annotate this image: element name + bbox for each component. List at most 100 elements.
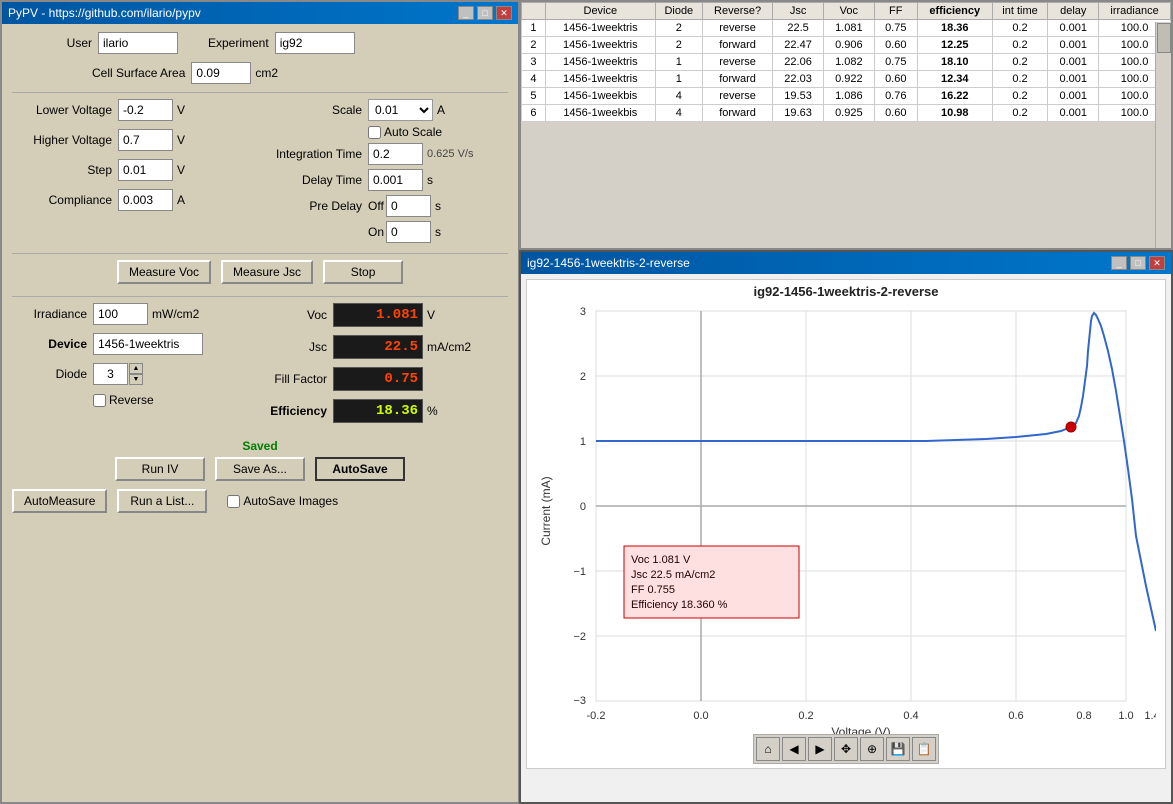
table-row[interactable]: 61456-1weekbis4forward19.630.9250.6010.9…	[522, 105, 1171, 122]
table-cell: 0.2	[992, 105, 1048, 122]
graph-back-button[interactable]: ◀	[782, 737, 806, 761]
step-unit: V	[177, 163, 185, 177]
col-efficiency: efficiency	[917, 3, 992, 20]
table-scrollbar-thumb[interactable]	[1157, 23, 1171, 53]
table-cell: 18.36	[917, 20, 992, 37]
table-cell: 0.76	[874, 88, 917, 105]
jsc-output-label: Jsc	[262, 340, 327, 354]
voc-output-unit: V	[427, 308, 435, 322]
graph-export-button[interactable]: 📋	[912, 737, 936, 761]
results-table-panel: Device Diode Reverse? Jsc Voc FF efficie…	[519, 0, 1173, 250]
graph-pan-button[interactable]: ✥	[834, 737, 858, 761]
table-row[interactable]: 41456-1weektris1forward22.030.9220.6012.…	[522, 71, 1171, 88]
table-cell: 12.25	[917, 37, 992, 54]
stop-button[interactable]: Stop	[323, 260, 403, 284]
automeasure-button[interactable]: AutoMeasure	[12, 489, 107, 513]
lower-voltage-label: Lower Voltage	[12, 103, 112, 117]
table-cell: 1456-1weekbis	[545, 88, 655, 105]
pre-delay-on-input[interactable]	[386, 221, 431, 243]
jsc-output: 22.5	[333, 335, 423, 359]
user-label: User	[12, 36, 92, 50]
graph-title-buttons: _ □ ✕	[1111, 256, 1165, 270]
table-cell: 22.03	[773, 71, 824, 88]
table-cell: 0.001	[1048, 71, 1099, 88]
compliance-label: Compliance	[12, 193, 112, 207]
table-cell: 1456-1weektris	[545, 71, 655, 88]
graph-title: ig92-1456-1weektris-2-reverse	[527, 280, 1165, 301]
table-row[interactable]: 31456-1weektris1reverse22.061.0820.7518.…	[522, 54, 1171, 71]
delay-time-input[interactable]	[368, 169, 423, 191]
saved-status: Saved	[12, 439, 508, 453]
table-cell: 0.60	[874, 105, 917, 122]
minimize-button[interactable]: _	[458, 6, 474, 20]
compliance-input[interactable]	[118, 189, 173, 211]
diode-down-button[interactable]: ▼	[129, 374, 143, 385]
svg-text:2: 2	[580, 371, 586, 383]
table-cell: 10.98	[917, 105, 992, 122]
graph-minimize-button[interactable]: _	[1111, 256, 1127, 270]
graph-zoom-button[interactable]: ⊕	[860, 737, 884, 761]
diode-spinbox[interactable]: ▲ ▼	[93, 363, 143, 385]
autosave-images-checkbox[interactable]	[227, 495, 240, 508]
measure-jsc-button[interactable]: Measure Jsc	[221, 260, 313, 284]
lower-voltage-input[interactable]	[118, 99, 173, 121]
reverse-checkbox[interactable]	[93, 394, 106, 407]
table-cell: 19.53	[773, 88, 824, 105]
scale-unit: A	[437, 103, 445, 117]
step-input[interactable]	[118, 159, 173, 181]
table-cell: 2	[655, 20, 702, 37]
run-a-list-button[interactable]: Run a List...	[117, 489, 207, 513]
table-cell: 0.001	[1048, 37, 1099, 54]
close-button[interactable]: ✕	[496, 6, 512, 20]
pre-delay-off-input[interactable]	[386, 195, 431, 217]
table-cell: 0.2	[992, 20, 1048, 37]
table-cell: 12.34	[917, 71, 992, 88]
main-title-bar: PyPV - https://github.com/ilario/pypv _ …	[2, 2, 518, 24]
table-cell: 4	[655, 105, 702, 122]
device-input[interactable]	[93, 333, 203, 355]
measure-voc-button[interactable]: Measure Voc	[117, 260, 211, 284]
irradiance-input[interactable]	[93, 303, 148, 325]
graph-home-button[interactable]: ⌂	[756, 737, 780, 761]
delay-time-label: Delay Time	[252, 173, 362, 187]
table-row[interactable]: 51456-1weekbis4reverse19.531.0860.7616.2…	[522, 88, 1171, 105]
graph-forward-button[interactable]: ▶	[808, 737, 832, 761]
sweep-rate: 0.625 V/s	[427, 148, 473, 160]
svg-text:Voc 1.081 V: Voc 1.081 V	[631, 554, 691, 566]
scale-select[interactable]: 0.01 0.1 1	[368, 99, 433, 121]
graph-close-button[interactable]: ✕	[1149, 256, 1165, 270]
table-cell: 4	[522, 71, 546, 88]
svg-text:0.0: 0.0	[693, 710, 708, 722]
graph-window: ig92-1456-1weektris-2-reverse _ □ ✕ ig92…	[519, 250, 1173, 804]
diode-up-button[interactable]: ▲	[129, 363, 143, 374]
table-row[interactable]: 11456-1weektris2reverse22.51.0810.7518.3…	[522, 20, 1171, 37]
col-ff: FF	[874, 3, 917, 20]
pre-delay-on-label: On	[368, 225, 386, 239]
table-cell: forward	[702, 37, 772, 54]
experiment-input[interactable]	[275, 32, 355, 54]
auto-scale-checkbox[interactable]	[368, 126, 381, 139]
step-label: Step	[12, 163, 112, 177]
diode-input[interactable]	[93, 363, 128, 385]
autosave-button[interactable]: AutoSave	[315, 457, 405, 481]
svg-text:1.4: 1.4	[1144, 710, 1156, 722]
reverse-label: Reverse	[109, 393, 154, 407]
integration-time-input[interactable]	[368, 143, 423, 165]
table-cell: 0.001	[1048, 105, 1099, 122]
maximize-button[interactable]: □	[477, 6, 493, 20]
graph-maximize-button[interactable]: □	[1130, 256, 1146, 270]
cell-surface-area-input[interactable]	[191, 62, 251, 84]
user-input[interactable]	[98, 32, 178, 54]
table-cell: 19.63	[773, 105, 824, 122]
graph-save-button[interactable]: 💾	[886, 737, 910, 761]
run-iv-button[interactable]: Run IV	[115, 457, 205, 481]
table-cell: 6	[522, 105, 546, 122]
fill-factor-output-label: Fill Factor	[262, 372, 327, 386]
save-as-button[interactable]: Save As...	[215, 457, 305, 481]
table-cell: 1.086	[823, 88, 874, 105]
table-row[interactable]: 21456-1weektris2forward22.470.9060.6012.…	[522, 37, 1171, 54]
table-scrollbar[interactable]	[1155, 22, 1171, 248]
higher-voltage-input[interactable]	[118, 129, 173, 151]
svg-text:−3: −3	[573, 695, 586, 707]
table-cell: 3	[522, 54, 546, 71]
